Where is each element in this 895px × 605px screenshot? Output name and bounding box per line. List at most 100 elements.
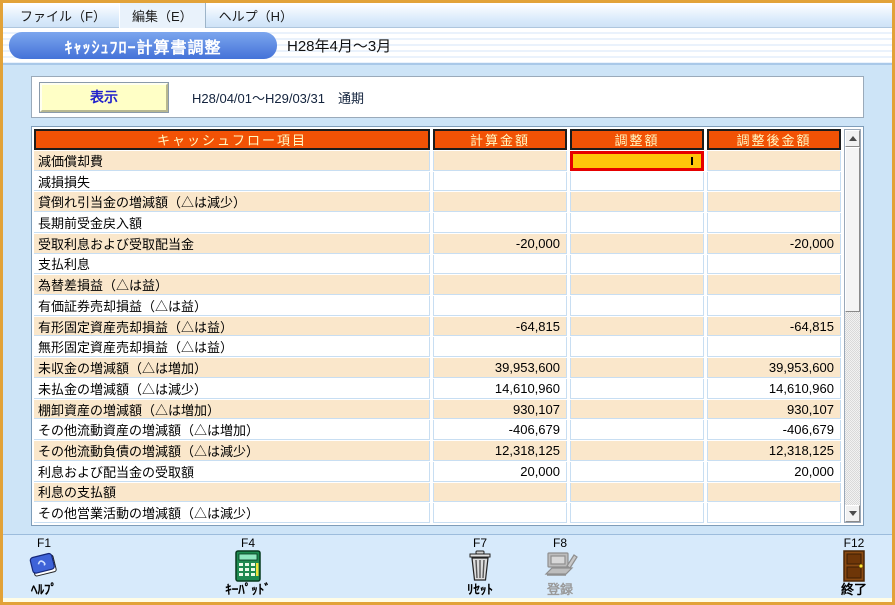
menu-file[interactable]: ファイル（F） [7,2,119,29]
row-item-label: 減価償却費 [34,151,430,171]
fkey-f1-label: ﾍﾙﾌﾟ [31,583,57,597]
fkey-f8-register: F8 登録 [527,537,593,597]
row-adjustment-cell[interactable] [570,420,704,440]
content-area: 表示 H28/04/01～H29/03/31 通期 キャッシュフロー項目 計算金… [3,65,892,528]
row-adjustment-cell[interactable] [570,172,704,192]
row-calculated-amount: 14,610,960 [433,379,567,399]
row-item-label: 未収金の増減額（△は増加） [34,358,430,378]
row-calculated-amount [433,503,567,523]
row-adjustment-cell[interactable] [570,317,704,337]
row-adjustment-cell[interactable] [570,379,704,399]
scrollbar-thumb[interactable] [845,147,860,312]
row-item-label: 支払利息 [34,255,430,275]
menu-bar: ファイル（F） 編集（E） ヘルプ（H） [3,3,892,28]
row-adjusted-amount [707,483,841,503]
fkey-f4-label: ｷｰﾊﾟｯﾄﾞ [225,583,271,597]
vertical-scrollbar[interactable] [844,129,861,523]
row-adjusted-amount [707,213,841,233]
column-header-item: キャッシュフロー項目 [34,129,430,150]
row-item-label: その他流動負債の増減額（△は減少） [34,441,430,461]
row-adjusted-amount: 20,000 [707,462,841,482]
row-item-label: 未払金の増減額（△は減少） [34,379,430,399]
column-header-calculated: 計算金額 [433,129,567,150]
fiscal-period-label: H28年4月～3月 [287,35,391,56]
menu-help[interactable]: ヘルプ（H） [206,2,306,29]
row-adjustment-cell[interactable] [570,275,704,295]
fkey-f8-key-label: F8 [553,537,567,550]
row-item-label: 為替差損益（△は益） [34,275,430,295]
fkey-f12-exit[interactable]: F12 終了 [821,537,887,597]
help-book-icon [27,550,61,582]
fkey-f1-help[interactable]: F1 ﾍﾙﾌﾟ [11,537,77,597]
fkey-f1-key-label: F1 [37,537,51,550]
row-adjusted-amount [707,255,841,275]
trash-icon [467,550,493,582]
display-panel: 表示 H28/04/01～H29/03/31 通期 [31,76,864,118]
fkey-f12-key-label: F12 [844,537,865,550]
row-item-label: 減損損失 [34,172,430,192]
row-item-label: 利息および配当金の受取額 [34,462,430,482]
app-window: ファイル（F） 編集（E） ヘルプ（H） ｷｬｯｼｭﾌﾛｰ計算書調整 H28年4… [0,0,895,605]
row-adjustment-cell[interactable] [570,462,704,482]
row-item-label: 受取利息および受取配当金 [34,234,430,254]
selected-adjustment-input[interactable] [570,151,704,171]
row-adjustment-cell[interactable] [570,296,704,316]
row-item-label: 棚卸資産の増減額（△は増加） [34,400,430,420]
row-calculated-amount: -20,000 [433,234,567,254]
row-item-label: 有形固定資産売却損益（△は益） [34,317,430,337]
fkey-f4-keypad[interactable]: F4 ｷｰﾊﾟｯﾄﾞ [215,537,281,597]
title-bar: ｷｬｯｼｭﾌﾛｰ計算書調整 H28年4月～3月 [3,28,892,65]
row-adjustment-cell[interactable] [570,441,704,461]
calculator-icon [235,550,261,582]
fkey-f7-reset[interactable]: F7 ﾘｾｯﾄ [447,537,513,597]
text-cursor [691,157,693,165]
row-calculated-amount: 930,107 [433,400,567,420]
row-item-label: 利息の支払額 [34,483,430,503]
exit-door-icon [842,550,866,582]
row-adjusted-amount [707,172,841,192]
row-item-label: 長期前受金戻入額 [34,213,430,233]
row-adjusted-amount: 930,107 [707,400,841,420]
row-adjusted-amount: -20,000 [707,234,841,254]
arrow-down-icon [849,511,857,516]
row-calculated-amount [433,337,567,357]
row-calculated-amount [433,483,567,503]
row-adjusted-amount [707,337,841,357]
scrollbar-track[interactable] [845,147,860,505]
row-calculated-amount [433,213,567,233]
arrow-up-icon [849,136,857,141]
row-adjusted-amount: -406,679 [707,420,841,440]
function-key-bar: F1 ﾍﾙﾌﾟ F4 [3,534,892,598]
row-adjustment-cell[interactable] [570,400,704,420]
row-calculated-amount: -64,815 [433,317,567,337]
row-calculated-amount: -406,679 [433,420,567,440]
row-adjustment-cell[interactable] [570,483,704,503]
row-adjustment-cell[interactable] [570,337,704,357]
cashflow-table-panel: キャッシュフロー項目 計算金額 調整額 調整後金額 [31,126,864,526]
fkey-f8-label: 登録 [547,583,573,597]
row-calculated-amount [433,192,567,212]
row-calculated-amount [433,275,567,295]
row-adjustment-cell[interactable] [570,234,704,254]
row-adjusted-amount [707,151,841,171]
row-adjustment-cell[interactable] [570,213,704,233]
row-adjusted-amount [707,503,841,523]
row-adjustment-cell[interactable] [570,503,704,523]
row-calculated-amount [433,255,567,275]
column-header-adjustment: 調整額 [570,129,704,150]
display-button[interactable]: 表示 [40,83,168,112]
row-adjustment-cell[interactable] [570,255,704,275]
row-item-label: 無形固定資産売却損益（△は益） [34,337,430,357]
row-calculated-amount: 12,318,125 [433,441,567,461]
row-adjustment-cell[interactable] [570,192,704,212]
scroll-up-button[interactable] [845,130,860,147]
date-range-label: H28/04/01～H29/03/31 通期 [192,88,364,107]
menu-edit[interactable]: 編集（E） [119,2,206,29]
row-adjusted-amount: 12,318,125 [707,441,841,461]
row-item-label: その他営業活動の増減額（△は減少） [34,503,430,523]
scroll-down-button[interactable] [845,505,860,522]
bottom-strip [3,598,892,602]
fkey-f12-label: 終了 [841,583,867,597]
row-adjustment-cell[interactable] [570,358,704,378]
row-adjusted-amount [707,275,841,295]
